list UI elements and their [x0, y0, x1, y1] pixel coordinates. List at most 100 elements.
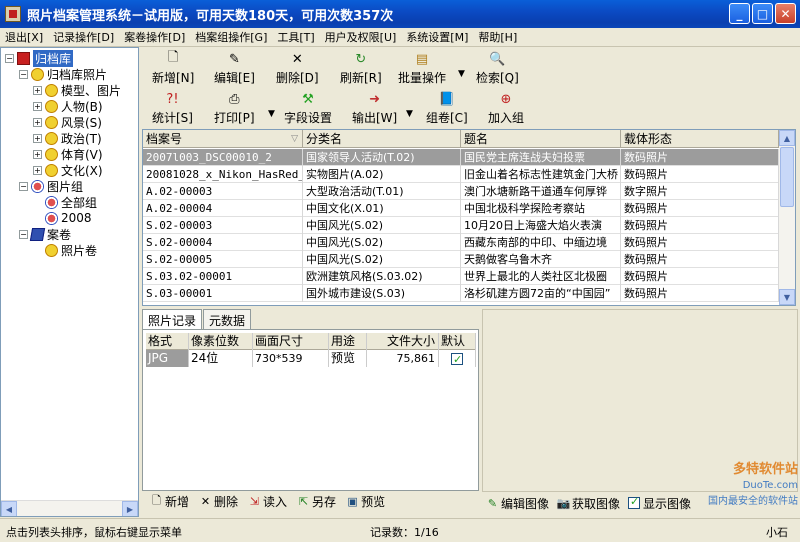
tree-item-root[interactable]: 归档库	[33, 49, 74, 67]
tab-metadata[interactable]: 元数据	[203, 309, 252, 329]
tree-item-group-all[interactable]: 全部组	[61, 194, 97, 211]
expand-icon[interactable]: +	[33, 149, 42, 159]
column-header-title[interactable]: 题名	[461, 130, 621, 148]
default-checkbox[interactable]	[451, 351, 463, 367]
tree-item-category[interactable]: 政治(T)	[61, 130, 102, 147]
collapse-icon[interactable]: −	[19, 69, 28, 79]
export-button[interactable]: ➜ 输出[W]	[352, 91, 397, 126]
show-image-checkbox[interactable]	[628, 495, 641, 509]
photo-delete-button[interactable]: ✕ 删除	[199, 493, 238, 510]
menu-record[interactable]: 记录操作[D]	[48, 29, 119, 45]
table-vscrollbar[interactable]: ▲ ▼	[779, 130, 795, 305]
photo-col-bits[interactable]: 像素位数	[189, 333, 253, 350]
menu-volume[interactable]: 案卷操作[D]	[119, 29, 190, 45]
photo-col-filesize[interactable]: 文件大小	[367, 333, 439, 350]
table-row[interactable]: S.02-00005 中国风光(S.02) 天鹅做客乌鲁木齐 数码照片	[143, 251, 779, 268]
tree-item-category[interactable]: 文化(X)	[61, 162, 103, 179]
table-row[interactable]: A.02-00004 中国文化(X.01) 中国北极科学探险考察站 数码照片	[143, 200, 779, 217]
tree-item-category[interactable]: 模型、图片	[61, 82, 121, 99]
batch-button[interactable]: ▤ 批量操作	[398, 51, 446, 86]
edit-image-button[interactable]: ✎ 编辑图像	[486, 495, 549, 512]
photo-add-button[interactable]: 🗋 新增	[150, 493, 189, 510]
table-row[interactable]: S.03.02-00001 欧洲建筑风格(S.03.02) 世界上最北的人类社区北极…	[143, 268, 779, 285]
tree-item-group-2008[interactable]: 2008	[61, 211, 92, 225]
table-row[interactable]: S.02-00004 中国风光(S.02) 西藏东南部的中印、中缅边境 数码照片	[143, 234, 779, 251]
refresh-button[interactable]: ↻ 刷新[R]	[340, 51, 382, 86]
print-dropdown-icon[interactable]: ▼	[268, 109, 275, 119]
status-hint: 点击列表头排序，鼠标右键显示菜单	[6, 526, 182, 539]
table-row[interactable]: S.02-00003 中国风光(S.02) 10月20日上海盛大焰火表演 数码照片	[143, 217, 779, 234]
expand-icon[interactable]: +	[33, 85, 42, 95]
tree-item-volume[interactable]: 案卷	[47, 226, 71, 243]
batch-dropdown-icon[interactable]: ▼	[458, 69, 465, 79]
person-icon	[45, 147, 58, 161]
search-button[interactable]: 🔍 检索[Q]	[476, 51, 519, 86]
photo-save-as-button[interactable]: ⇱ 另存	[297, 493, 336, 510]
search-icon: 🔍	[489, 51, 506, 67]
cell-title: 旧金山着名标志性建筑金门大桥	[461, 166, 621, 183]
tree-hscrollbar[interactable]: ◀ ▶	[1, 500, 138, 516]
menu-tools[interactable]: 工具[T]	[272, 29, 319, 45]
photo-col-usage[interactable]: 用途	[329, 333, 367, 350]
collapse-icon[interactable]: −	[5, 53, 14, 63]
stats-button[interactable]: ?! 统计[S]	[152, 91, 193, 126]
collapse-icon[interactable]: −	[19, 229, 28, 239]
collapse-icon[interactable]: −	[19, 181, 28, 191]
photo-preview-button[interactable]: ▣ 预览	[346, 493, 385, 510]
delete-icon: ✕	[291, 51, 303, 67]
book-icon	[29, 227, 46, 241]
join-group-button[interactable]: ⊕ 加入组	[488, 91, 524, 126]
table-row[interactable]: S.03-00001 国外城市建设(S.03) 洛杉矶建方圆72亩的“中国园” 数码照…	[143, 285, 779, 302]
tree-item-photo-lib[interactable]: 归档库照片	[47, 66, 107, 83]
photo-import-button[interactable]: ⇲ 读入	[248, 493, 287, 510]
fields-icon: ⚒	[302, 91, 314, 107]
maximize-button[interactable]: □	[752, 3, 773, 24]
scroll-right-icon[interactable]: ▶	[122, 501, 138, 516]
fields-button[interactable]: ⚒ 字段设置	[284, 91, 332, 126]
tree-item-category[interactable]: 人物(B)	[61, 98, 103, 115]
table-row[interactable]: A.02-00003 大型政治活动(T.01) 澳门水塘新路干道通车何厚铧 数字照片	[143, 183, 779, 200]
menu-settings[interactable]: 系统设置[M]	[401, 29, 473, 45]
expand-icon[interactable]: +	[33, 133, 42, 143]
expand-icon[interactable]: +	[33, 101, 42, 111]
table-row[interactable]: 20081028_x_Nikon_HasRed_3 实物图片(A.02) 旧金山着名…	[143, 166, 779, 183]
get-image-button[interactable]: 📷 获取图像	[557, 495, 620, 512]
export-dropdown-icon[interactable]: ▼	[406, 109, 413, 119]
archive-tree[interactable]: − 归档库 − 归档库照片 + 模型、图片 + 人物(B) + 风景(S) + …	[0, 47, 139, 517]
tree-item-category[interactable]: 体育(V)	[61, 146, 103, 163]
toolbar: 🗋 新增[N] ✎ 编辑[E] ✕ 删除[D] ↻ 刷新[R] ▤ 批量操作 ▼…	[142, 47, 800, 129]
column-header-archive-no[interactable]: 档案号 ▽	[143, 130, 303, 148]
tree-item-photo-volume[interactable]: 照片卷	[61, 242, 97, 259]
menu-users[interactable]: 用户及权限[U]	[320, 29, 402, 45]
edit-button[interactable]: ✎ 编辑[E]	[214, 51, 255, 86]
new-button[interactable]: 🗋 新增[N]	[152, 50, 194, 86]
print-button[interactable]: ⎙ 打印[P]	[214, 91, 255, 126]
tab-photo-records[interactable]: 照片记录	[142, 309, 203, 329]
expand-icon[interactable]: +	[33, 117, 42, 127]
scroll-left-icon[interactable]: ◀	[1, 501, 17, 516]
menu-group[interactable]: 档案组操作[G]	[190, 29, 272, 45]
cell-title: 天鹅做客乌鲁木齐	[461, 251, 621, 268]
scroll-thumb[interactable]	[780, 147, 794, 207]
group-icon	[45, 195, 58, 209]
expand-icon[interactable]: +	[33, 165, 42, 175]
menu-help[interactable]: 帮助[H]	[473, 29, 522, 45]
photo-row[interactable]: JPG 24位 730*539 预览 75,861	[146, 350, 476, 367]
show-image-toggle[interactable]: 显示图像	[628, 495, 691, 512]
archive-table[interactable]: 档案号 ▽ 分类名 题名 载体形态 2007l003_DSC00010_2 国家领导…	[142, 129, 796, 306]
tree-item-group[interactable]: 图片组	[47, 178, 83, 195]
photo-col-default[interactable]: 默认	[439, 333, 476, 350]
column-header-media[interactable]: 载体形态	[621, 130, 779, 148]
scroll-down-icon[interactable]: ▼	[779, 289, 795, 305]
column-header-category[interactable]: 分类名	[303, 130, 461, 148]
scroll-up-icon[interactable]: ▲	[779, 130, 795, 146]
close-button[interactable]: ✕	[775, 3, 796, 24]
table-row[interactable]: 2007l003_DSC00010_2 国家领导人活动(T.02) 国民党主席连战夫…	[143, 149, 779, 166]
delete-button[interactable]: ✕ 删除[D]	[276, 51, 319, 86]
menu-exit[interactable]: 退出[X]	[0, 29, 48, 45]
minimize-button[interactable]: _	[729, 3, 750, 24]
group-volume-button[interactable]: 📘 组卷[C]	[426, 91, 468, 126]
photo-col-format[interactable]: 格式	[146, 333, 189, 350]
tree-item-category[interactable]: 风景(S)	[61, 114, 102, 131]
photo-col-size[interactable]: 画面尺寸	[253, 333, 329, 350]
